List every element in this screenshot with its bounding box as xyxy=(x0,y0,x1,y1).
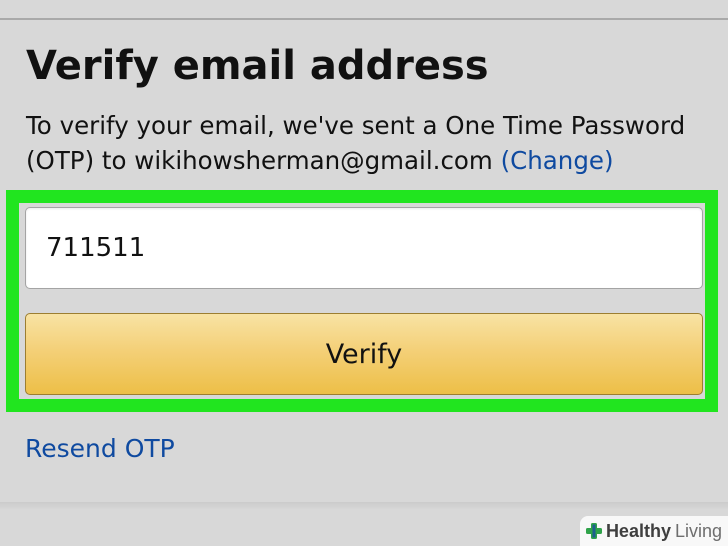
resend-otp-link[interactable]: Resend OTP xyxy=(25,432,175,466)
description-line-1: To verify your email, we've sent a One T… xyxy=(26,111,686,140)
top-divider xyxy=(0,18,728,20)
change-email-link[interactable]: (Change) xyxy=(501,146,614,175)
watermark-brand-light: Living xyxy=(674,520,722,541)
watermark: Healthy Living xyxy=(579,516,728,546)
otp-input[interactable] xyxy=(25,207,703,289)
verify-button[interactable]: Verify xyxy=(25,313,703,395)
health-cross-icon xyxy=(585,523,602,539)
page-title: Verify email address xyxy=(26,43,489,89)
description-email-text: (OTP) to wikihowsherman@gmail.com xyxy=(26,146,493,175)
bottom-shadow xyxy=(0,502,728,510)
otp-description: To verify your email, we've sent a One T… xyxy=(26,108,716,178)
watermark-brand-strong: Healthy xyxy=(605,520,671,541)
verify-button-label: Verify xyxy=(325,338,403,370)
description-line-2: (OTP) to wikihowsherman@gmail.com (Chang… xyxy=(26,143,716,178)
